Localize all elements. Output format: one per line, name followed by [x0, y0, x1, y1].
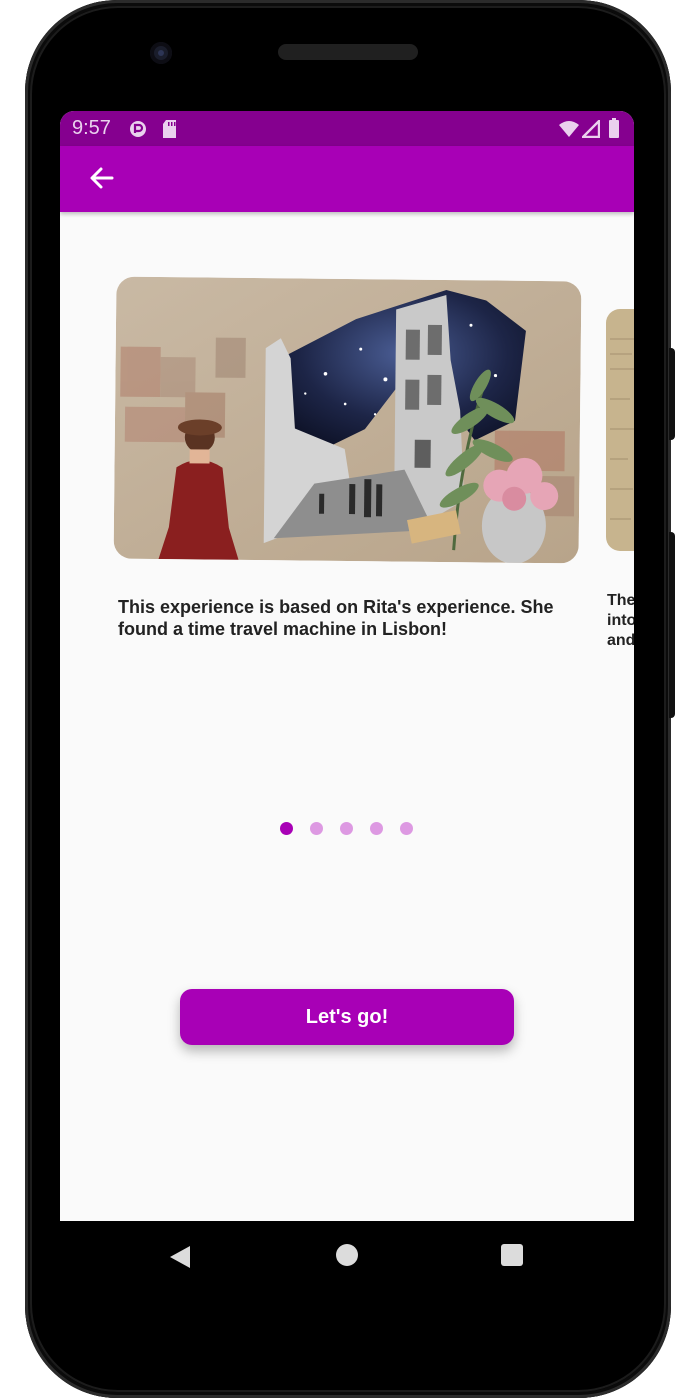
slide-caption: This experience is based on Rita's exper… — [118, 597, 554, 639]
wifi-icon — [558, 120, 580, 143]
page-dot-4[interactable] — [370, 822, 383, 835]
status-time: 9:57 — [72, 117, 111, 139]
lets-go-button[interactable]: Let's go! — [180, 989, 514, 1045]
signal-icon — [580, 118, 601, 143]
front-camera — [150, 42, 172, 64]
lets-go-label: Let's go! — [305, 1005, 389, 1028]
page-indicator — [280, 822, 413, 836]
slide-illustration — [113, 276, 582, 564]
page-dot-3[interactable] — [340, 822, 353, 835]
next-slide-caption: The into and — [607, 592, 634, 649]
volume-button — [669, 532, 675, 718]
app-bar — [60, 146, 634, 212]
sd-card-icon — [162, 119, 178, 144]
nav-home-icon[interactable] — [336, 1244, 358, 1266]
page-dot-1[interactable] — [280, 822, 293, 835]
nav-back-icon[interactable] — [168, 1244, 192, 1275]
arrow-left-icon — [88, 164, 116, 197]
page-dot-2[interactable] — [310, 822, 323, 835]
app-notification-icon — [128, 119, 148, 144]
next-slide-illustration — [606, 309, 634, 551]
page-dot-5[interactable] — [400, 822, 413, 835]
screen: 9:57 This experience is based on Rita's … — [60, 111, 634, 1221]
back-button[interactable] — [82, 160, 122, 200]
battery-icon — [608, 118, 620, 143]
power-button — [669, 348, 675, 440]
earpiece-speaker — [278, 44, 418, 60]
status-bar: 9:57 — [60, 111, 634, 146]
nav-recents-icon[interactable] — [501, 1244, 523, 1266]
